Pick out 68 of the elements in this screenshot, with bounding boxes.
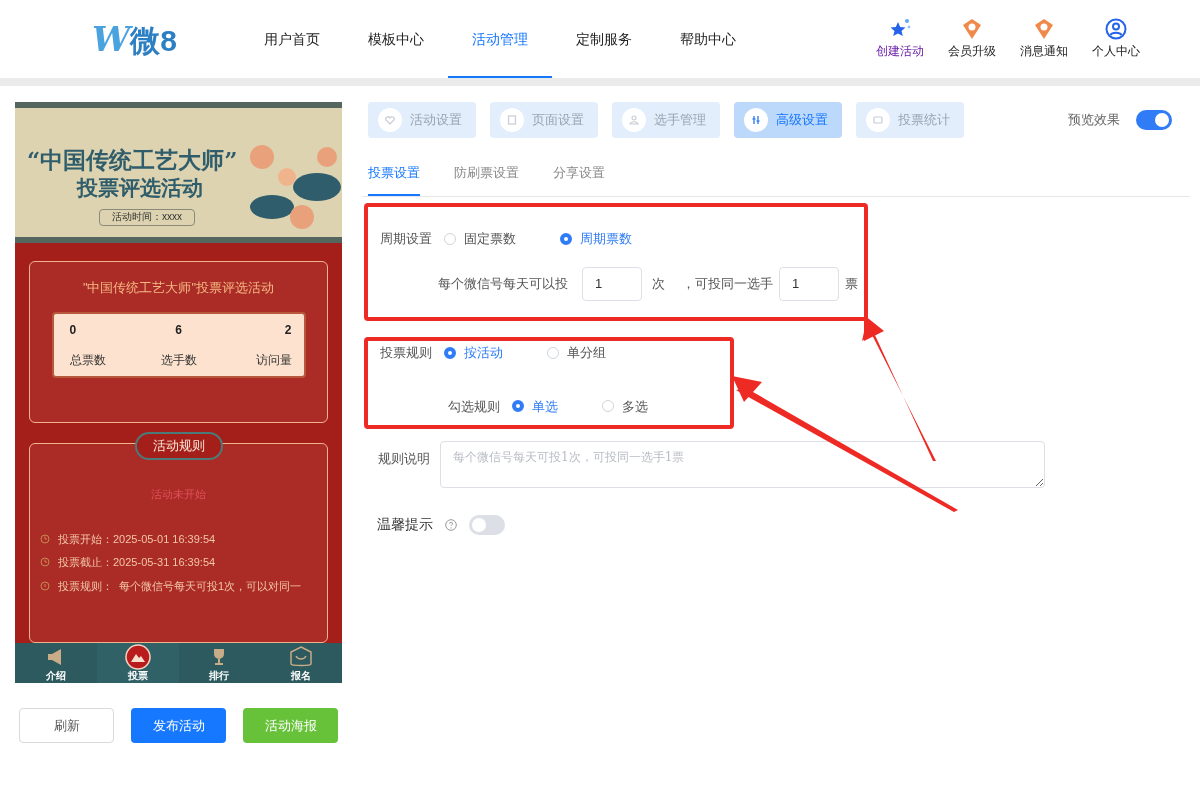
rule-line: 投票规则： 每个微信号每天可投1次，可以对同一 bbox=[58, 578, 302, 594]
header-action-link[interactable]: 创建活动 bbox=[876, 42, 924, 60]
radio-label[interactable]: 按活动 bbox=[464, 343, 503, 363]
stat-label: 选手数 bbox=[160, 351, 197, 369]
settings-tab[interactable]: 分享设置 bbox=[553, 152, 605, 196]
radio-label[interactable]: 多选 bbox=[622, 396, 648, 416]
heart-icon bbox=[384, 114, 396, 126]
badge-icon bbox=[961, 18, 983, 40]
user-icon bbox=[1105, 18, 1127, 40]
nav-link[interactable]: 模板中心 bbox=[344, 0, 448, 78]
toggle-label: 预览效果 bbox=[1068, 111, 1120, 130]
banner-date-label: 活动时间：xxxx bbox=[99, 209, 195, 226]
radio-label[interactable]: 单选 bbox=[532, 396, 558, 416]
header-action-link[interactable]: 个人中心 bbox=[1092, 42, 1140, 60]
toggle-switch[interactable] bbox=[1136, 110, 1172, 130]
radio-button[interactable] bbox=[444, 346, 456, 359]
stat-label: 访问量 bbox=[255, 351, 292, 369]
stat-label: 总票数 bbox=[69, 351, 106, 369]
field-label: 规则说明 bbox=[378, 450, 431, 468]
clock-icon bbox=[40, 533, 50, 544]
info-icon bbox=[40, 580, 50, 591]
tab-bar-item[interactable]: 报名 bbox=[260, 643, 342, 683]
stat-value: 0 bbox=[69, 321, 77, 339]
action-button[interactable]: 刷新 bbox=[19, 708, 114, 743]
help-icon[interactable] bbox=[445, 518, 457, 531]
header-action-link[interactable]: 消息通知 bbox=[1020, 42, 1068, 60]
stat-value: 6 bbox=[175, 321, 182, 339]
tab-bar-item[interactable]: 排行 bbox=[178, 643, 261, 683]
radio-button[interactable] bbox=[512, 400, 524, 413]
settings-tab[interactable]: 防刷票设置 bbox=[454, 152, 519, 196]
radio-label[interactable]: 单分组 bbox=[567, 343, 606, 363]
field-label: 每个微信号每天可以投 bbox=[438, 274, 568, 293]
number-input[interactable]: 1 bbox=[779, 266, 839, 301]
page-icon bbox=[506, 114, 518, 126]
radio-button[interactable] bbox=[560, 232, 572, 245]
ballot-icon bbox=[124, 644, 151, 670]
nav-link[interactable]: 帮助中心 bbox=[656, 0, 760, 78]
rules-heading: 活动规则 bbox=[134, 432, 223, 460]
field-label: 周期设置 bbox=[380, 230, 432, 248]
nav-link[interactable]: 用户首页 bbox=[240, 0, 344, 78]
badge-icon bbox=[1033, 18, 1055, 40]
clock-icon bbox=[40, 557, 50, 568]
action-button[interactable]: 发布活动 bbox=[131, 708, 226, 743]
card-icon bbox=[872, 114, 884, 126]
settings-tab[interactable]: 投票设置 bbox=[368, 152, 420, 196]
field-label: ，可投同一选手 bbox=[682, 274, 773, 293]
banner-title: “中国传统工艺大师” bbox=[27, 146, 238, 175]
nav-link[interactable]: 定制服务 bbox=[552, 0, 656, 78]
tab-bar-item[interactable]: 投票 bbox=[96, 643, 179, 683]
unit-label: 次 bbox=[652, 274, 666, 293]
radio-label[interactable]: 周期票数 bbox=[580, 229, 632, 249]
stat-value: 2 bbox=[284, 321, 292, 339]
header-action-link[interactable]: 会员升级 bbox=[948, 42, 996, 60]
field-label: 勾选规则 bbox=[448, 397, 500, 416]
rule-line: 投票开始：2025-05-01 16:39:54 bbox=[58, 531, 216, 547]
tab-bar-item[interactable]: 介绍 bbox=[15, 643, 97, 683]
unit-label: 票 bbox=[845, 274, 858, 293]
number-input[interactable]: 1 bbox=[582, 266, 642, 301]
field-label: 投票规则 bbox=[380, 344, 432, 362]
banner-title: 投票评选活动 bbox=[77, 174, 203, 201]
field-label: 温馨提示 bbox=[377, 515, 433, 534]
sliders-icon bbox=[750, 114, 762, 126]
radio-label[interactable]: 固定票数 bbox=[464, 229, 516, 249]
logo-mark: W bbox=[92, 22, 131, 56]
person-icon bbox=[628, 114, 640, 126]
toggle-switch[interactable] bbox=[469, 514, 505, 535]
card-title: "中国传统工艺大师"投票评选活动 bbox=[82, 279, 275, 297]
rule-line: 投票截止：2025-05-31 16:39:54 bbox=[58, 555, 216, 570]
